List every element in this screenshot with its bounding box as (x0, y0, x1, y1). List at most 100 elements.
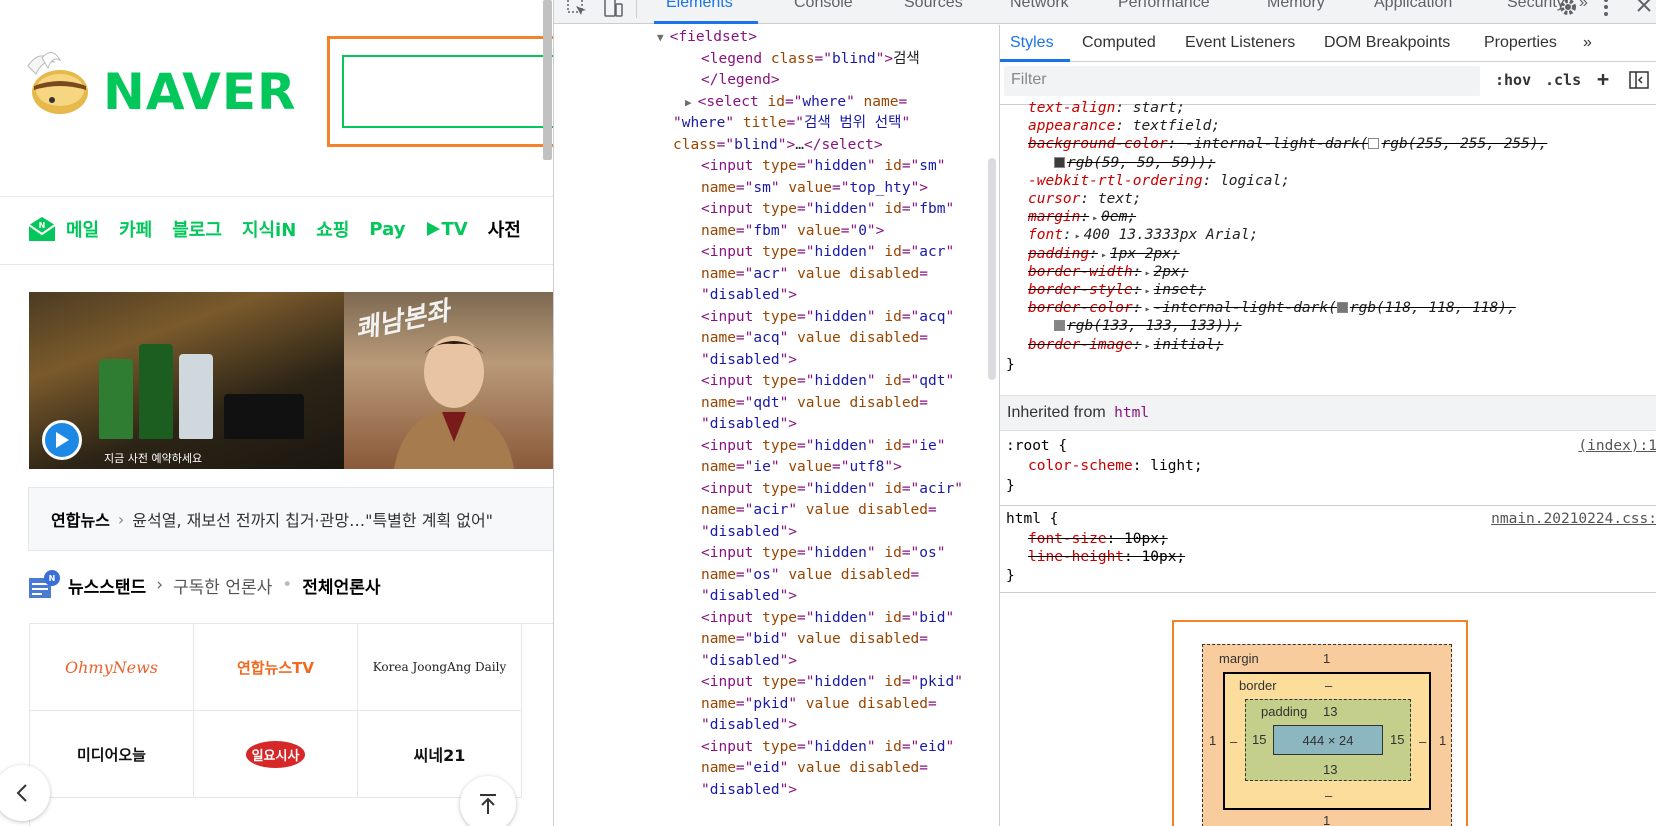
css-rule-root[interactable]: :root { (index):1 color-scheme: light; } (1000, 437, 1656, 497)
padding-right-value[interactable]: 15 (1390, 732, 1404, 747)
close-icon[interactable] (1633, 0, 1655, 18)
dom-node-line[interactable]: <input type="hidden" id="acq" (701, 307, 954, 329)
dom-node-line[interactable]: <input type="hidden" id="eid" (701, 737, 954, 759)
tab-styles[interactable]: Styles (1010, 34, 1054, 52)
dom-node-line[interactable]: name="eid" value disabled= (701, 758, 928, 780)
dom-node-line[interactable]: ▶ <select id="where" name= (685, 92, 907, 114)
dom-node-line[interactable]: name="fbm" value="0"> (701, 221, 884, 243)
padding-left-value[interactable]: 15 (1252, 732, 1266, 747)
dom-node-line[interactable]: <input type="hidden" id="acr" (701, 242, 954, 264)
dom-node-line[interactable]: name="bid" value disabled= (701, 629, 928, 651)
elements-scrollbar[interactable] (988, 158, 996, 380)
margin-right-value[interactable]: 1 (1439, 733, 1446, 748)
css-declaration[interactable]: line-height: 10px; (1028, 548, 1185, 567)
tab-console[interactable]: Console (794, 0, 853, 12)
css-declaration[interactable]: font: ▸ 400 13.3333px Arial; (1028, 226, 1258, 246)
css-declaration[interactable]: border-color: ▸ -internal-light-dark(rgb(1… (1028, 299, 1516, 319)
device-toolbar-icon[interactable] (602, 0, 624, 18)
dom-node-line[interactable]: <input type="hidden" id="ie" (701, 436, 946, 458)
more-vertical-icon[interactable] (1595, 0, 1617, 18)
dom-node-line[interactable]: name="sm" value="top_hty"> (701, 178, 928, 200)
dom-node-line[interactable]: <input type="hidden" id="fbm" (701, 199, 954, 221)
border-right-value[interactable]: – (1419, 734, 1426, 749)
css-declaration[interactable]: background-color: -internal-light-dark(r… (1028, 135, 1547, 154)
dom-node-line[interactable]: <input type="hidden" id="pkid" (701, 672, 963, 694)
css-declaration[interactable]: -webkit-rtl-ordering: logical; (1028, 172, 1290, 191)
search-input[interactable] (342, 55, 553, 128)
css-rule-html[interactable]: html { nmain.20210224.css: font-size: 10… (1000, 510, 1656, 590)
elements-tree[interactable]: ▼ <fieldset> <legend class="blind">검색 </leg… (554, 25, 999, 826)
dom-node-line[interactable]: "where" title="검색 범위 선택" (673, 113, 910, 135)
color-swatch-icon[interactable] (1054, 320, 1065, 332)
border-bottom-value[interactable]: – (1325, 788, 1332, 803)
newsstand-title[interactable]: 뉴스스탠드 (68, 573, 146, 598)
press-ilyo-sisa[interactable]: 일요시사 (194, 711, 358, 798)
press-media-today[interactable]: 미디어오늘 (30, 711, 194, 798)
subscribed-press-link[interactable]: 구독한 언론사 (173, 573, 272, 598)
css-declaration[interactable]: text-align: start; (1028, 99, 1185, 118)
hover-state-toggle[interactable]: :hov (1495, 71, 1531, 89)
ad-banner[interactable]: 지금 사전 예약하세요 쾌남본좌 (29, 292, 553, 469)
dom-node-line[interactable]: name="os" value disabled= (701, 565, 919, 587)
dom-node-line[interactable]: "disabled"> (701, 780, 797, 802)
expand-shorthand-icon[interactable]: ▸ (1145, 337, 1151, 356)
more-sidebar-tabs-button[interactable]: » (1583, 34, 1592, 52)
dom-node-line[interactable]: <input type="hidden" id="acir" (701, 479, 963, 501)
expand-shorthand-icon[interactable]: ▸ (1101, 246, 1107, 265)
css-declaration[interactable]: padding: ▸ 1px 2px; (1028, 245, 1180, 265)
css-declaration[interactable]: appearance: textfield; (1028, 117, 1220, 136)
margin-left-value[interactable]: 1 (1209, 733, 1216, 748)
padding-top-value[interactable]: 13 (1323, 704, 1337, 719)
expand-shorthand-icon[interactable]: ▸ (1075, 227, 1081, 246)
dom-node-line[interactable]: <input type="hidden" id="qdt" (701, 371, 954, 393)
tab-elements[interactable]: Elements (666, 0, 733, 12)
dom-node-line[interactable]: "disabled"> (701, 285, 797, 307)
css-declaration[interactable]: rgb(59, 59, 59)); (1054, 154, 1215, 173)
border-left-value[interactable]: – (1230, 734, 1237, 749)
nav-dict[interactable]: 사전 (488, 216, 521, 242)
expand-shorthand-icon[interactable]: ▸ (1092, 209, 1098, 228)
css-declaration[interactable]: margin: ▸ 0em; (1028, 208, 1136, 228)
play-button[interactable] (42, 420, 82, 460)
css-declaration[interactable]: cursor: text; (1028, 190, 1142, 209)
class-toggle[interactable]: .cls (1545, 71, 1581, 89)
tab-computed[interactable]: Computed (1082, 34, 1156, 52)
dom-node-line[interactable]: "disabled"> (701, 350, 797, 372)
dom-node-line[interactable]: "disabled"> (701, 651, 797, 673)
expand-shorthand-icon[interactable]: ▸ (1145, 300, 1151, 319)
dom-node-line[interactable]: <input type="hidden" id="bid" (701, 608, 954, 630)
tab-memory[interactable]: Memory (1267, 0, 1325, 12)
nav-pay[interactable]: Pay (369, 219, 405, 240)
box-model-border[interactable]: border – – – – padding 13 13 15 15 444 ×… (1223, 672, 1431, 810)
dom-node-line[interactable]: name="acr" value disabled= (701, 264, 928, 286)
css-declaration[interactable]: border-width: ▸ 2px; (1028, 263, 1188, 283)
dom-node-line[interactable]: ▼ <fieldset> (657, 27, 757, 49)
nav-cafe[interactable]: 카페 (119, 216, 152, 242)
dom-node-line[interactable]: name="ie" value="utf8"> (701, 457, 902, 479)
nav-mail[interactable]: N 메일 (28, 216, 99, 242)
box-model-padding[interactable]: padding 13 13 15 15 444 × 24 (1245, 699, 1411, 781)
tab-event-listeners[interactable]: Event Listeners (1185, 34, 1295, 52)
press-joongang-daily[interactable]: Korea JoongAng Daily (358, 624, 522, 711)
css-declaration[interactable]: border-image: ▸ initial; (1028, 336, 1223, 356)
dom-node-line[interactable]: name="qdt" value disabled= (701, 393, 928, 415)
new-rule-button[interactable]: + (1597, 67, 1609, 91)
padding-bottom-value[interactable]: 13 (1323, 762, 1337, 777)
all-press-link[interactable]: 전체언론사 (302, 573, 380, 598)
css-declaration[interactable]: color-scheme: light; (1028, 457, 1203, 476)
html-source-link[interactable]: nmain.20210224.css: (1491, 510, 1656, 529)
page-scrollbar[interactable] (543, 0, 552, 160)
expand-shorthand-icon[interactable]: ▸ (1145, 282, 1151, 301)
dom-node-line[interactable]: <input type="hidden" id="os" (701, 543, 946, 565)
margin-bottom-value[interactable]: 1 (1323, 813, 1330, 826)
nav-kin[interactable]: 지식iN (242, 216, 296, 242)
tab-dom-breakpoints[interactable]: DOM Breakpoints (1324, 34, 1450, 52)
dom-node-line[interactable]: <input type="hidden" id="sm" (701, 156, 946, 178)
sidebar-toggle-icon[interactable] (1629, 71, 1649, 89)
root-source-link[interactable]: (index):1 (1578, 437, 1656, 456)
dom-node-line[interactable]: "disabled"> (701, 414, 797, 436)
color-swatch-icon[interactable] (1368, 138, 1380, 150)
dom-node-line[interactable]: name="acir" value disabled= (701, 500, 937, 522)
tab-performance[interactable]: Performance (1118, 0, 1210, 12)
color-swatch-icon[interactable] (1336, 302, 1348, 314)
